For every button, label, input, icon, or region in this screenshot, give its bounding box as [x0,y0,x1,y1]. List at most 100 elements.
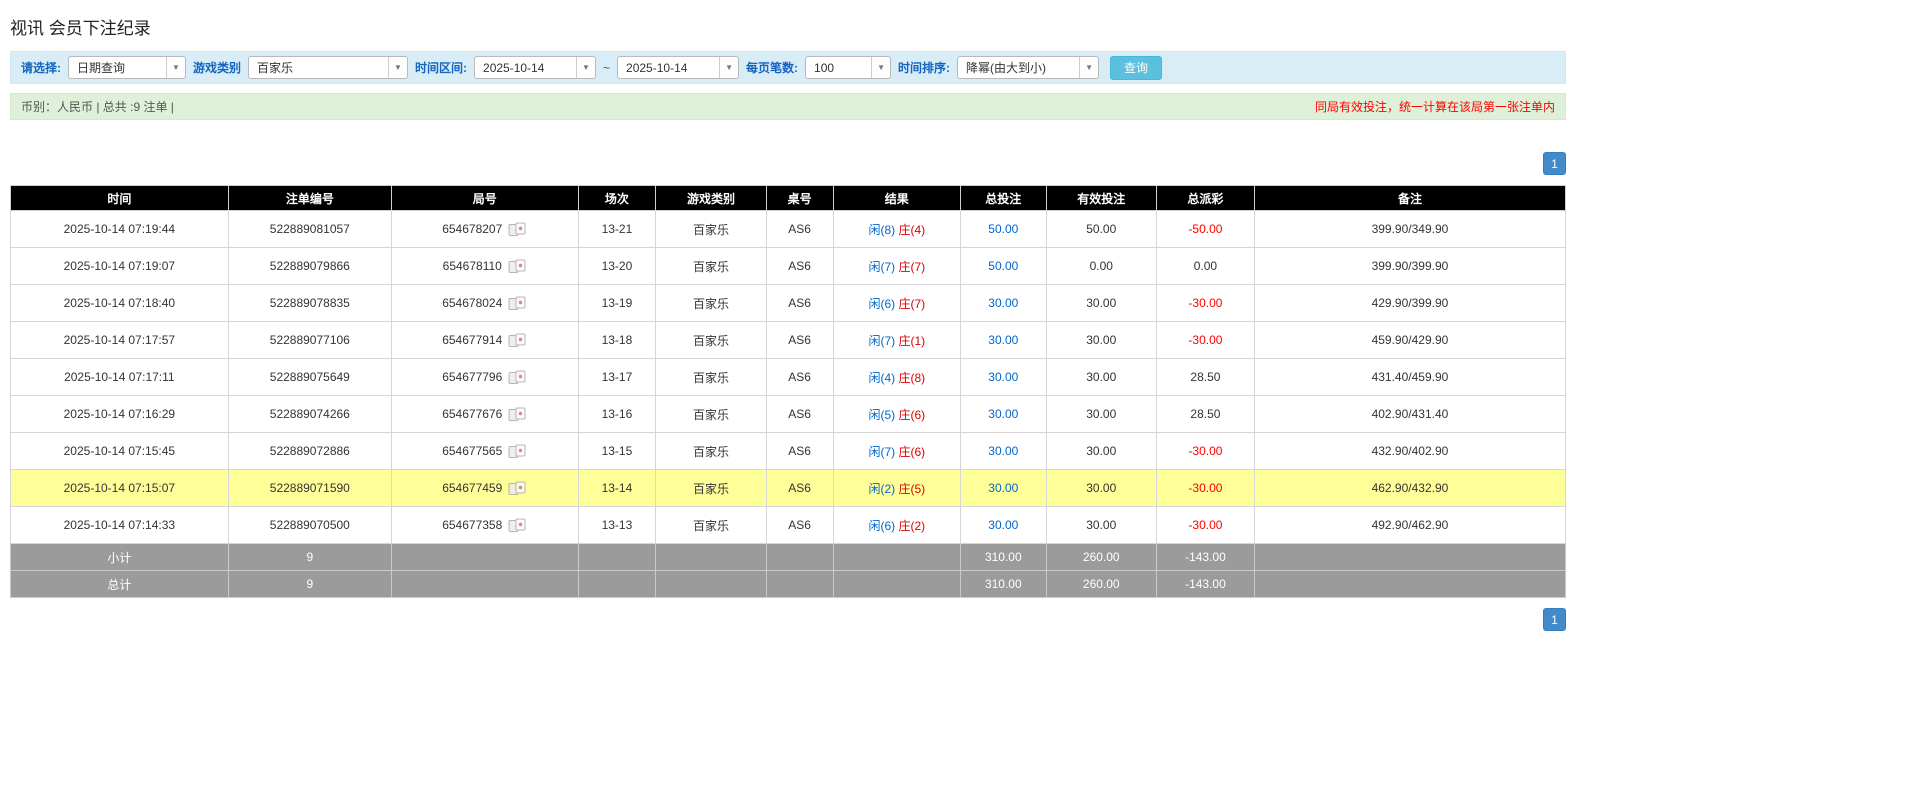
round-id-text: 654678110 [443,259,502,273]
col-header-total-bet: 总投注 [961,186,1047,211]
query-type-select[interactable]: 日期查询 ▼ [68,56,186,79]
cell-game-type: 百家乐 [656,470,766,507]
cell-game-type: 百家乐 [656,507,766,544]
cards-icon[interactable] [508,444,527,459]
currency-summary: 币别：人民币 | 总共 :9 注单 | [21,98,174,115]
cell-payout: 28.50 [1156,396,1254,433]
empty-cell [391,571,578,598]
date-to-input[interactable]: 2025-10-14 ▼ [617,56,739,79]
page-size-select[interactable]: 100 ▼ [805,56,891,79]
cell-bet-id: 522889070500 [228,507,391,544]
page-button-1[interactable]: 1 [1543,608,1566,631]
cell-session: 13-18 [578,322,656,359]
total-bet-link[interactable]: 30.00 [988,296,1018,310]
subtotal-count: 9 [228,544,391,571]
total-bet-link[interactable]: 30.00 [988,370,1018,384]
col-header-game-type: 游戏类别 [656,186,766,211]
cell-time: 2025-10-14 07:16:29 [11,396,229,433]
sort-select[interactable]: 降幂(由大到小) ▼ [957,56,1099,79]
cell-session: 13-21 [578,211,656,248]
page-size-label: 每页笔数: [746,59,798,76]
records-table: 时间 注单编号 局号 场次 游戏类别 桌号 结果 总投注 有效投注 总派彩 备注… [10,185,1566,598]
cell-valid-bet: 30.00 [1046,322,1156,359]
cell-payout: 0.00 [1156,248,1254,285]
table-row: 2025-10-14 07:17:11 522889075649 6546777… [11,359,1566,396]
cell-table-no: AS6 [766,322,833,359]
cell-time: 2025-10-14 07:18:40 [11,285,229,322]
total-bet-link[interactable]: 30.00 [988,407,1018,421]
cell-bet-id: 522889075649 [228,359,391,396]
total-bet-link[interactable]: 30.00 [988,444,1018,458]
cards-icon[interactable] [508,259,527,274]
cell-round-id: 654677676 [391,396,578,433]
chevron-down-icon[interactable]: ▼ [871,57,890,78]
chevron-down-icon[interactable]: ▼ [388,57,407,78]
table-row: 2025-10-14 07:19:44 522889081057 6546782… [11,211,1566,248]
result-player: 闲(7) [868,334,895,348]
game-type-label: 游戏类别 [193,59,241,76]
game-type-select[interactable]: 百家乐 ▼ [248,56,408,79]
cards-icon[interactable] [508,518,527,533]
cell-valid-bet: 0.00 [1046,248,1156,285]
date-from-input[interactable]: 2025-10-14 ▼ [474,56,596,79]
chevron-down-icon[interactable]: ▼ [166,57,185,78]
cell-valid-bet: 30.00 [1046,396,1156,433]
table-row: 2025-10-14 07:16:29 522889074266 6546776… [11,396,1566,433]
total-total-bet: 310.00 [961,571,1047,598]
subtotal-total-bet: 310.00 [961,544,1047,571]
cell-valid-bet: 30.00 [1046,507,1156,544]
total-label: 总计 [11,571,229,598]
round-id-text: 654677459 [442,481,502,495]
cell-bet-id: 522889071590 [228,470,391,507]
cell-result: 闲(7) 庄(1) [833,322,961,359]
subtotal-payout: -143.00 [1156,544,1254,571]
cell-game-type: 百家乐 [656,285,766,322]
cell-table-no: AS6 [766,211,833,248]
round-id-text: 654677565 [442,444,502,458]
total-row: 总计 9 310.00 260.00 -143.00 [11,571,1566,598]
total-bet-link[interactable]: 50.00 [988,222,1018,236]
cell-table-no: AS6 [766,470,833,507]
cell-bet-id: 522889074266 [228,396,391,433]
result-player: 闲(2) [868,482,895,496]
cell-round-id: 654677796 [391,359,578,396]
cell-table-no: AS6 [766,248,833,285]
cell-payout: -30.00 [1156,507,1254,544]
page-button-1[interactable]: 1 [1543,152,1566,175]
cards-icon[interactable] [508,296,527,311]
cell-valid-bet: 30.00 [1046,470,1156,507]
chevron-down-icon[interactable]: ▼ [1079,57,1098,78]
chevron-down-icon[interactable]: ▼ [719,57,738,78]
cell-result: 闲(8) 庄(4) [833,211,961,248]
cell-round-id: 654677358 [391,507,578,544]
cell-remark: 459.90/429.90 [1254,322,1565,359]
cell-total-bet: 30.00 [961,396,1047,433]
chevron-down-icon[interactable]: ▼ [576,57,595,78]
total-bet-link[interactable]: 30.00 [988,481,1018,495]
total-bet-link[interactable]: 30.00 [988,333,1018,347]
col-header-remark: 备注 [1254,186,1565,211]
search-button[interactable]: 查询 [1110,56,1162,80]
result-banker: 庄(7) [898,297,925,311]
cell-time: 2025-10-14 07:15:07 [11,470,229,507]
cell-session: 13-19 [578,285,656,322]
total-bet-link[interactable]: 50.00 [988,259,1018,273]
cell-valid-bet: 30.00 [1046,433,1156,470]
cell-time: 2025-10-14 07:17:11 [11,359,229,396]
cards-icon[interactable] [508,222,527,237]
total-bet-link[interactable]: 30.00 [988,518,1018,532]
cell-time: 2025-10-14 07:15:45 [11,433,229,470]
cell-total-bet: 30.00 [961,322,1047,359]
cell-payout: -30.00 [1156,470,1254,507]
cell-bet-id: 522889079866 [228,248,391,285]
cards-icon[interactable] [508,407,527,422]
cards-icon[interactable] [508,370,527,385]
result-player: 闲(6) [868,519,895,533]
empty-cell [656,544,766,571]
cards-icon[interactable] [508,333,527,348]
round-id-text: 654678207 [442,222,502,236]
cell-bet-id: 522889072886 [228,433,391,470]
cell-round-id: 654678110 [391,248,578,285]
cards-icon[interactable] [508,481,527,496]
round-id-text: 654678024 [442,296,502,310]
